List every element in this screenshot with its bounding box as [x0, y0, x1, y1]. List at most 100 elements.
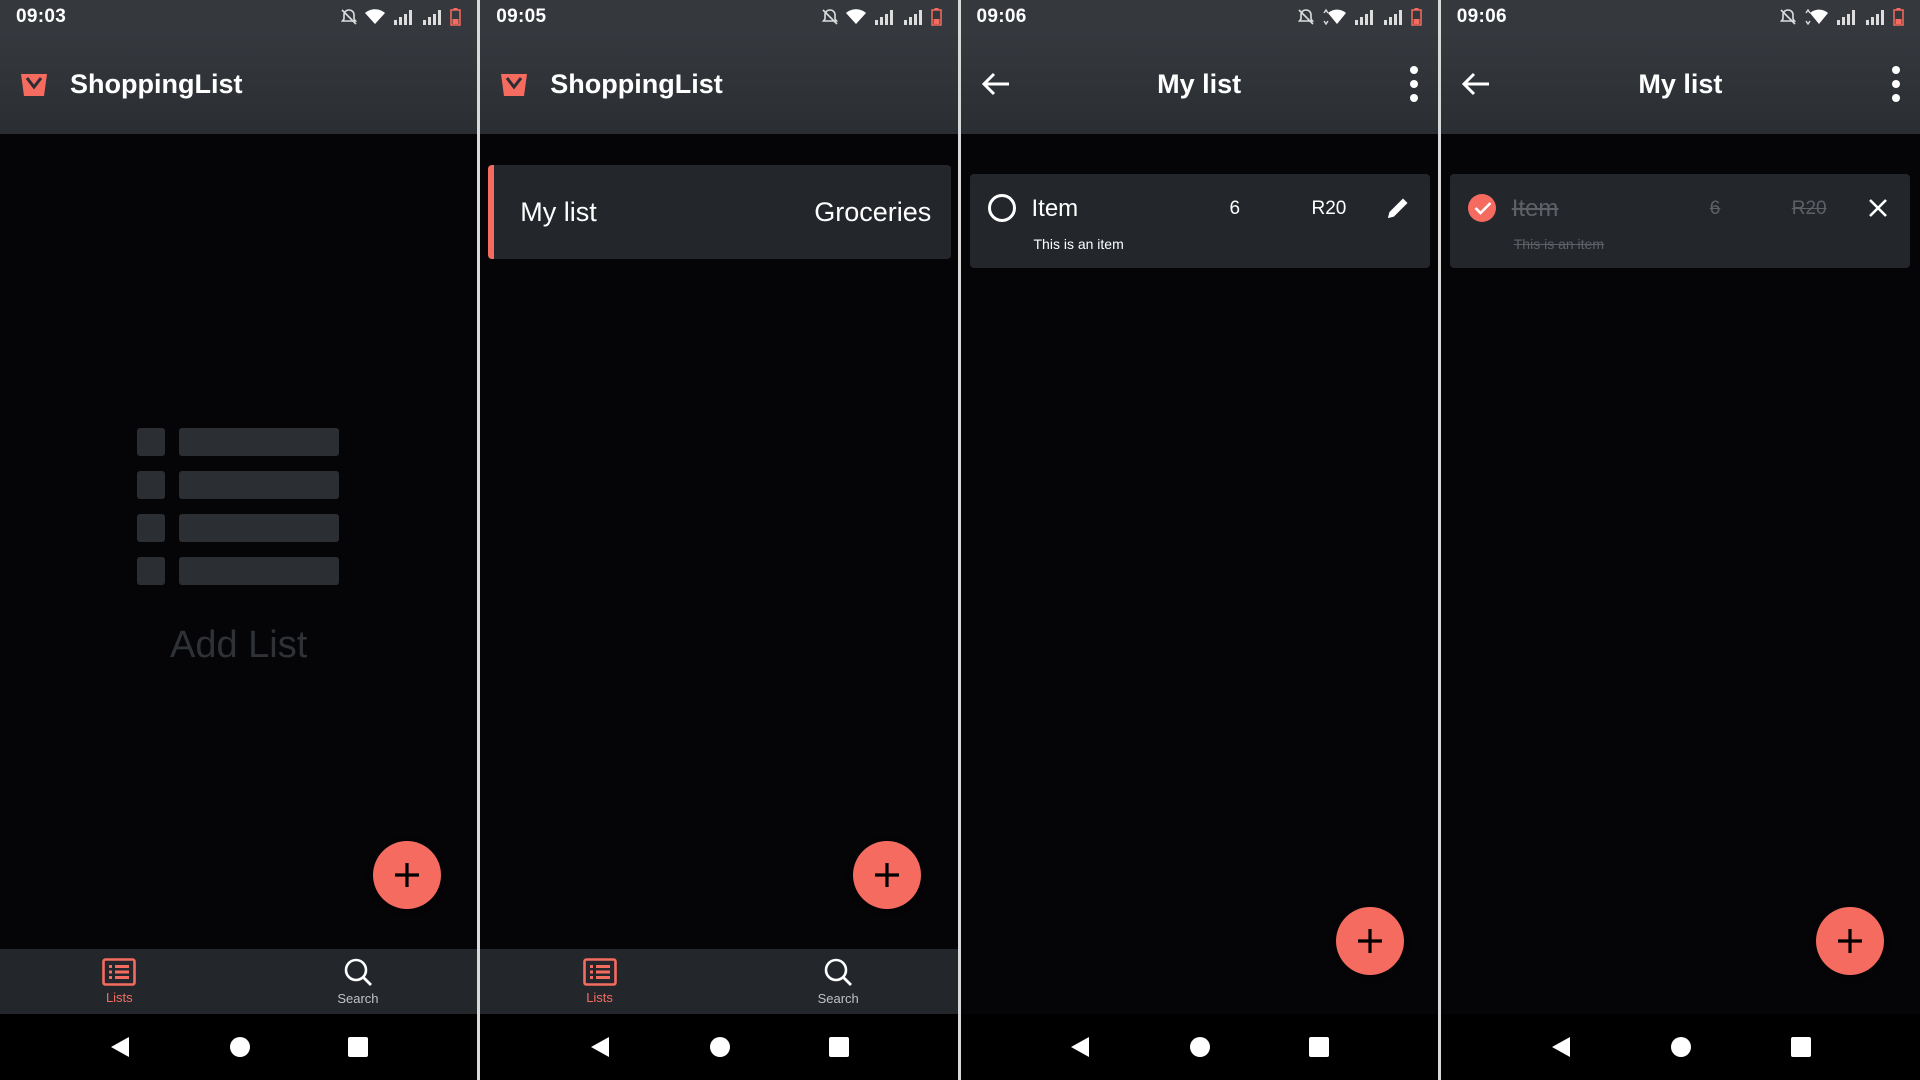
- screen-empty-lists: 09:03 ShoppingList Add List Lists Search: [0, 0, 478, 1080]
- screen-lists: 09:05 ShoppingList My list Groceries Lis…: [480, 0, 958, 1080]
- back-arrow-icon[interactable]: [1459, 67, 1493, 101]
- app-title: ShoppingList: [550, 68, 723, 99]
- status-bar: 09:03: [0, 0, 478, 34]
- signal-icon: [1866, 10, 1884, 25]
- lists-content: Add List: [0, 134, 477, 1080]
- recents-square-icon[interactable]: [828, 1037, 849, 1057]
- notifications-off-icon: [341, 9, 358, 25]
- home-circle-icon[interactable]: [1670, 1036, 1692, 1058]
- battery-low-icon: [930, 8, 942, 26]
- page-title: My list: [1157, 68, 1242, 99]
- app-title: ShoppingList: [70, 68, 243, 99]
- nav-lists-label: Lists: [105, 990, 133, 1005]
- status-bar: 09:05: [480, 0, 958, 34]
- item-card[interactable]: Item 6 R20 This is an item: [1449, 174, 1910, 268]
- status-time: 09:05: [496, 6, 547, 27]
- nav-lists[interactable]: Lists: [0, 949, 239, 1014]
- notifications-off-icon: [821, 9, 838, 25]
- status-bar: 09:06: [1440, 0, 1920, 34]
- status-time: 09:06: [1456, 6, 1507, 27]
- list-icon: [582, 958, 617, 986]
- wifi-icon: [845, 9, 866, 24]
- item-quantity: 6: [1709, 198, 1721, 219]
- page-title: My list: [1638, 68, 1723, 99]
- status-time: 09:03: [16, 6, 67, 27]
- signal-icon: [1837, 10, 1855, 25]
- back-triangle-icon[interactable]: [589, 1035, 611, 1059]
- signal-icon: [423, 10, 442, 25]
- notifications-off-icon: [1297, 9, 1314, 25]
- lists-content: My list Groceries: [480, 134, 957, 1080]
- back-triangle-icon[interactable]: [1069, 1035, 1091, 1059]
- app-bar: ShoppingList: [480, 34, 958, 134]
- plus-icon: [1357, 929, 1382, 953]
- item-price: R20: [1311, 198, 1347, 219]
- battery-low-icon: [450, 8, 461, 26]
- home-circle-icon[interactable]: [229, 1036, 251, 1058]
- item-checkbox[interactable]: [987, 194, 1016, 222]
- search-icon: [344, 958, 372, 986]
- status-bar: 09:06: [960, 0, 1438, 34]
- recents-square-icon[interactable]: [348, 1037, 369, 1057]
- recents-square-icon[interactable]: [1308, 1037, 1329, 1057]
- home-circle-icon[interactable]: [709, 1036, 731, 1058]
- more-options-icon[interactable]: [1408, 66, 1420, 102]
- list-name: My list: [520, 196, 597, 227]
- item-description: This is an item: [1033, 236, 1124, 252]
- signal-icon: [874, 10, 893, 25]
- search-icon: [824, 958, 853, 986]
- bottom-navigation: Lists Search: [0, 949, 478, 1014]
- close-icon[interactable]: [1864, 194, 1892, 222]
- shopping-bag-logo-icon: [501, 74, 528, 96]
- bottom-navigation: Lists Search: [480, 949, 958, 1014]
- check-icon: [1474, 202, 1492, 215]
- item-price: R20: [1791, 198, 1827, 219]
- item-description: This is an item: [1513, 236, 1604, 252]
- nav-lists[interactable]: Lists: [480, 949, 719, 1014]
- empty-state-text: Add List: [169, 624, 308, 666]
- add-list-button[interactable]: [373, 841, 441, 909]
- status-icons: [1779, 8, 1904, 26]
- status-time: 09:06: [976, 6, 1027, 27]
- system-navigation-bar: [960, 1014, 1438, 1080]
- back-triangle-icon[interactable]: [1550, 1035, 1572, 1059]
- wifi-icon: [1323, 9, 1346, 25]
- back-arrow-icon[interactable]: [979, 67, 1013, 101]
- nav-search-label: Search: [817, 991, 859, 1006]
- list-icon: [102, 958, 137, 986]
- add-item-button[interactable]: [1335, 907, 1404, 975]
- status-icons: [821, 8, 942, 26]
- status-icons: [340, 8, 461, 26]
- home-circle-icon[interactable]: [1189, 1036, 1211, 1058]
- signal-icon: [394, 10, 413, 25]
- item-quantity: 6: [1229, 198, 1241, 219]
- nav-search[interactable]: Search: [719, 949, 958, 1014]
- app-bar: ShoppingList: [0, 34, 478, 134]
- app-bar: My list: [960, 34, 1438, 134]
- add-item-button[interactable]: [1815, 907, 1884, 975]
- screen-list-detail: 09:06 My list Item 6 R20 This is an item: [960, 0, 1438, 1080]
- pencil-icon[interactable]: [1384, 194, 1412, 222]
- system-navigation-bar: [1440, 1014, 1920, 1080]
- item-checkbox-checked[interactable]: [1467, 194, 1496, 222]
- nav-lists-label: Lists: [586, 990, 613, 1005]
- recents-square-icon[interactable]: [1790, 1037, 1811, 1057]
- nav-search[interactable]: Search: [239, 949, 478, 1014]
- list-card[interactable]: My list Groceries: [488, 165, 952, 259]
- system-navigation-bar: [480, 1014, 958, 1080]
- app-bar: My list: [1440, 34, 1920, 134]
- battery-low-icon: [1893, 8, 1904, 26]
- back-triangle-icon[interactable]: [109, 1035, 131, 1059]
- more-options-icon[interactable]: [1890, 66, 1902, 102]
- list-category: Groceries: [814, 196, 932, 227]
- plus-icon: [875, 863, 900, 887]
- item-card[interactable]: Item 6 R20 This is an item: [969, 174, 1430, 268]
- shopping-bag-logo-icon: [21, 74, 47, 96]
- plus-icon: [1837, 929, 1862, 953]
- wifi-icon: [365, 9, 386, 24]
- battery-low-icon: [1411, 8, 1422, 26]
- status-icons: [1297, 8, 1422, 26]
- item-name: Item: [1511, 195, 1559, 222]
- signal-icon: [903, 10, 922, 25]
- add-list-button[interactable]: [853, 841, 922, 909]
